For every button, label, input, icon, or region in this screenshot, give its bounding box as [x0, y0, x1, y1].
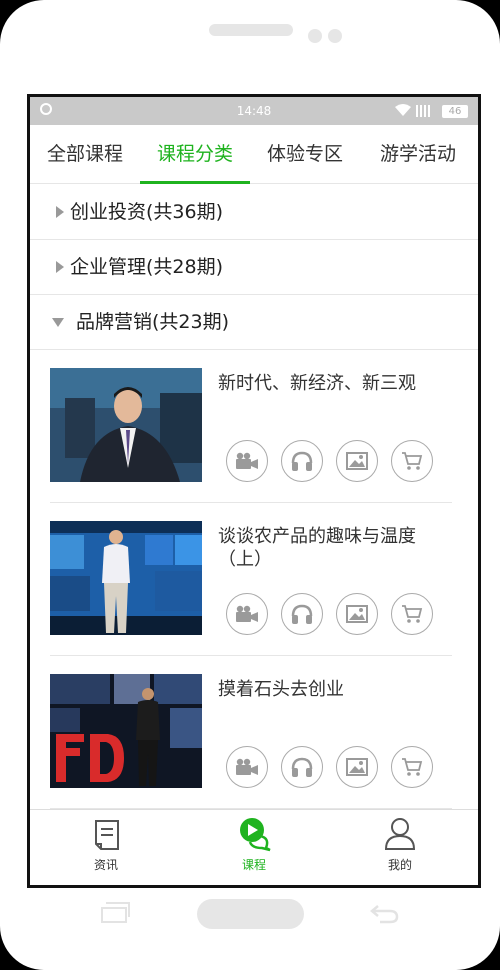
category-row[interactable]: 品牌营销(共23期) [30, 295, 478, 350]
nav-mine[interactable]: 我的 [340, 810, 460, 885]
phone-frame: 14:48 46 全部课程 课程分类 体验专区 游学活动 创业投资(共36期) … [0, 0, 500, 970]
category-label: 创业投资(共36期) [70, 201, 224, 223]
course-action-buttons [226, 746, 456, 790]
video-camera-icon [236, 605, 258, 622]
cart-icon [402, 758, 423, 776]
image-icon [346, 758, 368, 776]
top-tabs: 全部课程 课程分类 体验专区 游学活动 [30, 125, 478, 184]
nav-mine-label: 我的 [387, 858, 412, 872]
expand-arrow-icon [56, 206, 64, 218]
tab-course-categories[interactable]: 课程分类 [140, 125, 250, 183]
phone-speaker [209, 24, 293, 36]
headphones-icon [291, 604, 313, 624]
cart-icon [402, 452, 423, 470]
video-button[interactable] [226, 746, 268, 788]
tab-experience-zone[interactable]: 体验专区 [250, 125, 360, 183]
video-button[interactable] [226, 593, 268, 635]
nav-news[interactable]: 资讯 [46, 810, 166, 885]
status-bar: 14:48 46 [30, 97, 478, 125]
nav-courses-label: 课程 [241, 858, 266, 872]
course-thumbnail[interactable] [50, 521, 202, 635]
tab-study-tour[interactable]: 游学活动 [360, 125, 476, 183]
chat-play-icon [240, 818, 271, 852]
audio-button[interactable] [281, 746, 323, 788]
bottom-nav: 资讯 课程 我的 [30, 809, 478, 885]
home-button[interactable] [197, 899, 304, 929]
active-tab-indicator [140, 181, 250, 184]
category-row[interactable]: 创业投资(共36期) [30, 185, 478, 240]
recent-apps-icon-front[interactable] [101, 907, 127, 923]
audio-button[interactable] [281, 593, 323, 635]
course-title: 新时代、新经济、新三观 [218, 373, 416, 394]
cart-button[interactable] [391, 593, 433, 635]
video-camera-icon [236, 452, 258, 469]
collapse-arrow-icon [52, 318, 64, 327]
course-title: 摸着石头去创业 [218, 679, 344, 700]
wifi-icon [395, 104, 411, 116]
course-thumbnail[interactable] [50, 368, 202, 482]
news-icon [95, 820, 119, 850]
back-icon[interactable] [370, 902, 400, 924]
headphones-icon [291, 451, 313, 471]
image-icon [346, 452, 368, 470]
audio-button[interactable] [281, 440, 323, 482]
signal-icon [416, 105, 434, 117]
image-button[interactable] [336, 440, 378, 482]
course-item[interactable]: 新时代、新经济、新三观 [50, 350, 452, 503]
expand-arrow-icon [56, 261, 64, 273]
app-screen: 14:48 46 全部课程 课程分类 体验专区 游学活动 创业投资(共36期) … [27, 94, 481, 888]
course-title: 谈谈农产品的趣味与温度（上） [218, 526, 416, 570]
category-label: 企业管理(共28期) [70, 256, 224, 278]
battery-icon: 46 [442, 105, 468, 118]
video-camera-icon [236, 758, 258, 775]
course-action-buttons [226, 440, 456, 484]
phone-sensor [328, 29, 342, 43]
image-icon [346, 605, 368, 623]
image-button[interactable] [336, 593, 378, 635]
cart-icon [402, 605, 423, 623]
nav-courses[interactable]: 课程 [194, 810, 314, 885]
course-thumbnail[interactable] [50, 674, 202, 788]
cart-button[interactable] [391, 746, 433, 788]
course-action-buttons [226, 593, 456, 637]
video-button[interactable] [226, 440, 268, 482]
tab-all-courses[interactable]: 全部课程 [30, 125, 140, 183]
category-row[interactable]: 企业管理(共28期) [30, 240, 478, 295]
phone-camera [308, 29, 322, 43]
cart-button[interactable] [391, 440, 433, 482]
nav-news-label: 资讯 [93, 858, 118, 872]
user-icon [384, 818, 416, 850]
image-button[interactable] [336, 746, 378, 788]
headphones-icon [291, 757, 313, 777]
course-item[interactable]: 谈谈农产品的趣味与温度（上） [50, 503, 452, 656]
course-item[interactable]: 摸着石头去创业 [50, 656, 452, 809]
category-label: 品牌营销(共23期) [76, 311, 230, 333]
